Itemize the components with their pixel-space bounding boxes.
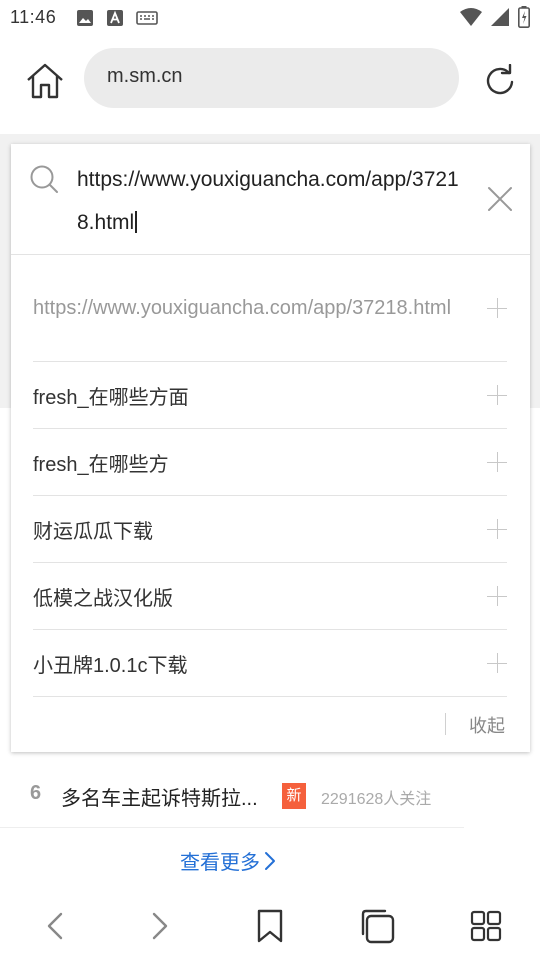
see-more-link[interactable]: 查看更多 (180, 846, 276, 875)
reload-button[interactable] (478, 58, 522, 102)
reload-icon (486, 64, 514, 95)
collapse-row: 收起 (11, 696, 530, 752)
text-caret (135, 211, 137, 233)
news-list-item[interactable]: 6 多名车主起诉特斯拉... 新 2291628人关注 (0, 762, 464, 828)
bookmark-icon (257, 909, 283, 943)
suggestion-text: fresh_在哪些方 (33, 453, 169, 476)
search-input-row: https://www.youxiguancha.com/app/37218.h… (11, 144, 530, 255)
chevron-left-icon (47, 912, 63, 940)
suggestion-list: https://www.youxiguancha.com/app/37218.h… (33, 255, 507, 697)
status-time: 11:46 (10, 7, 57, 27)
search-input[interactable]: https://www.youxiguancha.com/app/37218.h… (77, 158, 469, 244)
suggestion-item[interactable]: fresh_在哪些方面 (33, 362, 507, 429)
news-title: 多名车主起诉特斯拉... (61, 788, 258, 810)
suggestion-text: fresh_在哪些方面 (33, 386, 189, 409)
news-rank: 6 (30, 782, 42, 804)
new-badge: 新 (282, 783, 306, 809)
fill-suggestion-plus-icon[interactable] (487, 385, 507, 405)
fill-suggestion-plus-icon[interactable] (487, 586, 507, 606)
fill-suggestion-plus-icon[interactable] (487, 452, 507, 472)
forward-button[interactable] (138, 904, 182, 948)
back-button[interactable] (33, 904, 77, 948)
battery-icon (518, 6, 530, 28)
home-button[interactable] (22, 58, 68, 104)
home-icon (27, 63, 63, 99)
suggestion-item[interactable]: fresh_在哪些方 (33, 429, 507, 496)
wifi-icon (460, 8, 482, 26)
suggestion-text: 低模之战汉化版 (33, 587, 173, 610)
browser-toolbar: m.sm.cn (0, 36, 540, 134)
status-system-icons (460, 6, 530, 28)
fill-suggestion-plus-icon[interactable] (487, 653, 507, 673)
tabs-button[interactable] (355, 904, 399, 948)
suggestion-text: 小丑牌1.0.1c下载 (33, 654, 188, 677)
search-suggestion-panel: https://www.youxiguancha.com/app/37218.h… (11, 144, 530, 752)
search-icon (30, 165, 58, 193)
suggestion-item[interactable]: https://www.youxiguancha.com/app/37218.h… (33, 255, 507, 362)
address-bar-url: m.sm.cn (107, 65, 183, 87)
text-a-icon (107, 10, 123, 26)
fill-suggestion-plus-icon[interactable] (487, 298, 507, 318)
status-bar: 11:46 (0, 0, 540, 36)
tabs-icon (361, 909, 395, 944)
suggestion-item[interactable]: 小丑牌1.0.1c下载 (33, 630, 507, 697)
follower-count: 2291628人关注 (321, 791, 432, 808)
suggestion-item[interactable]: 低模之战汉化版 (33, 563, 507, 630)
divider (445, 713, 446, 735)
suggestion-item[interactable]: 财运瓜瓜下载 (33, 496, 507, 563)
menu-button[interactable] (464, 904, 508, 948)
grid-menu-icon (470, 910, 502, 942)
see-more-label: 查看更多 (180, 852, 260, 874)
signal-icon (491, 8, 509, 26)
chevron-right-icon (152, 912, 168, 940)
fill-suggestion-plus-icon[interactable] (487, 519, 507, 539)
clear-input-button[interactable] (485, 184, 515, 214)
chevron-right-icon (265, 851, 275, 870)
image-icon (77, 10, 93, 26)
suggestion-text: 财运瓜瓜下载 (33, 520, 153, 543)
bottom-navigation (0, 890, 540, 960)
status-notification-icons (76, 9, 158, 27)
suggestion-text: https://www.youxiguancha.com/app/37218.h… (33, 297, 452, 319)
keyboard-icon (136, 11, 158, 25)
collapse-button[interactable]: 收起 (469, 712, 505, 738)
address-bar[interactable]: m.sm.cn (84, 48, 459, 108)
bookmarks-button[interactable] (248, 904, 292, 948)
